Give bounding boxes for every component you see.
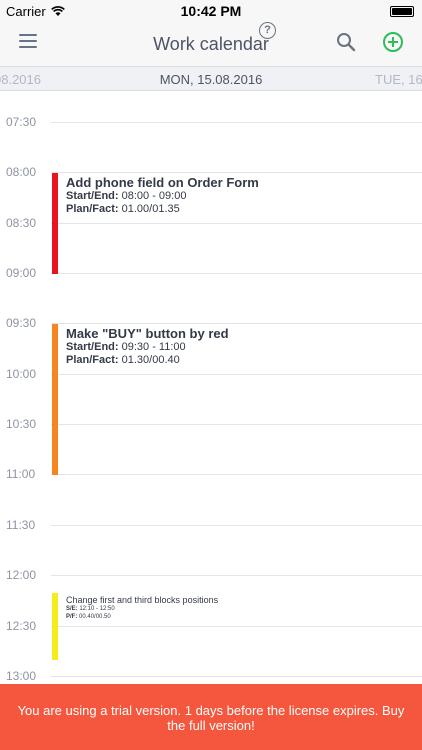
- event-title: Make "BUY" button by red: [66, 326, 229, 341]
- time-label: 09:30: [6, 316, 37, 330]
- event-plan-fact: Plan/Fact: 01.30/00.40: [66, 354, 180, 366]
- event-card[interactable]: Make "BUY" button by red Start/End: 09:3…: [52, 324, 422, 475]
- event-color-bar: [52, 593, 58, 660]
- time-label: 11:00: [6, 467, 36, 481]
- time-label: 10:00: [6, 367, 37, 381]
- search-icon[interactable]: [336, 32, 358, 54]
- time-label: 11:30: [6, 518, 36, 532]
- time-label: 07:30: [6, 115, 37, 129]
- time-label: 09:00: [6, 266, 37, 280]
- event-start-end: S/E: 12:10 - 12:50: [66, 606, 115, 612]
- date-current: MON, 15.08.2016: [159, 72, 263, 87]
- nav-bar: Work calendar ?: [0, 22, 422, 66]
- time-divider: [51, 676, 422, 677]
- event-plan-fact: P/F: 00.40/00.50: [66, 614, 111, 620]
- time-label: 10:30: [6, 417, 37, 431]
- time-label: 08:00: [6, 165, 37, 179]
- time-divider: [51, 122, 422, 123]
- time-label: 13:00: [6, 669, 37, 682]
- timeline[interactable]: 07:30 08:00 08:30 09:00 09:30 10:00 10:3…: [0, 92, 422, 682]
- event-card[interactable]: Change first and third blocks positions …: [52, 593, 422, 660]
- help-icon[interactable]: ?: [259, 22, 276, 39]
- event-color-bar: [52, 173, 58, 274]
- event-body: Add phone field on Order Form Start/End:…: [66, 175, 418, 216]
- add-event-icon[interactable]: [383, 32, 403, 52]
- event-body: Make "BUY" button by red Start/End: 09:3…: [66, 326, 418, 367]
- battery-icon: [390, 6, 414, 17]
- page-title: Work calendar: [153, 34, 269, 54]
- trial-banner[interactable]: You are using a trial version. 1 days be…: [0, 684, 422, 750]
- event-body: Change first and third blocks positions …: [66, 595, 418, 621]
- time-label: 08:30: [6, 216, 37, 230]
- event-color-bar: [52, 324, 58, 475]
- event-start-end: Start/End: 09:30 - 11:00: [66, 341, 186, 353]
- date-next[interactable]: TUE, 16.: [375, 72, 422, 87]
- date-bar: 08.2016 MON, 15.08.2016 TUE, 16.: [0, 66, 422, 91]
- event-start-end: Start/End: 08:00 - 09:00: [66, 190, 187, 202]
- time-label: 12:30: [6, 619, 37, 633]
- event-title: Add phone field on Order Form: [66, 175, 259, 190]
- event-card[interactable]: Add phone field on Order Form Start/End:…: [52, 173, 422, 274]
- time-divider: [51, 525, 422, 526]
- time-divider: [51, 575, 422, 576]
- status-time: 10:42 PM: [180, 3, 242, 19]
- status-bar: Carrier 10:42 PM: [0, 0, 422, 22]
- event-plan-fact: Plan/Fact: 01.00/01.35: [66, 203, 180, 215]
- event-title: Change first and third blocks positions: [66, 595, 219, 605]
- time-label: 12:00: [6, 568, 37, 582]
